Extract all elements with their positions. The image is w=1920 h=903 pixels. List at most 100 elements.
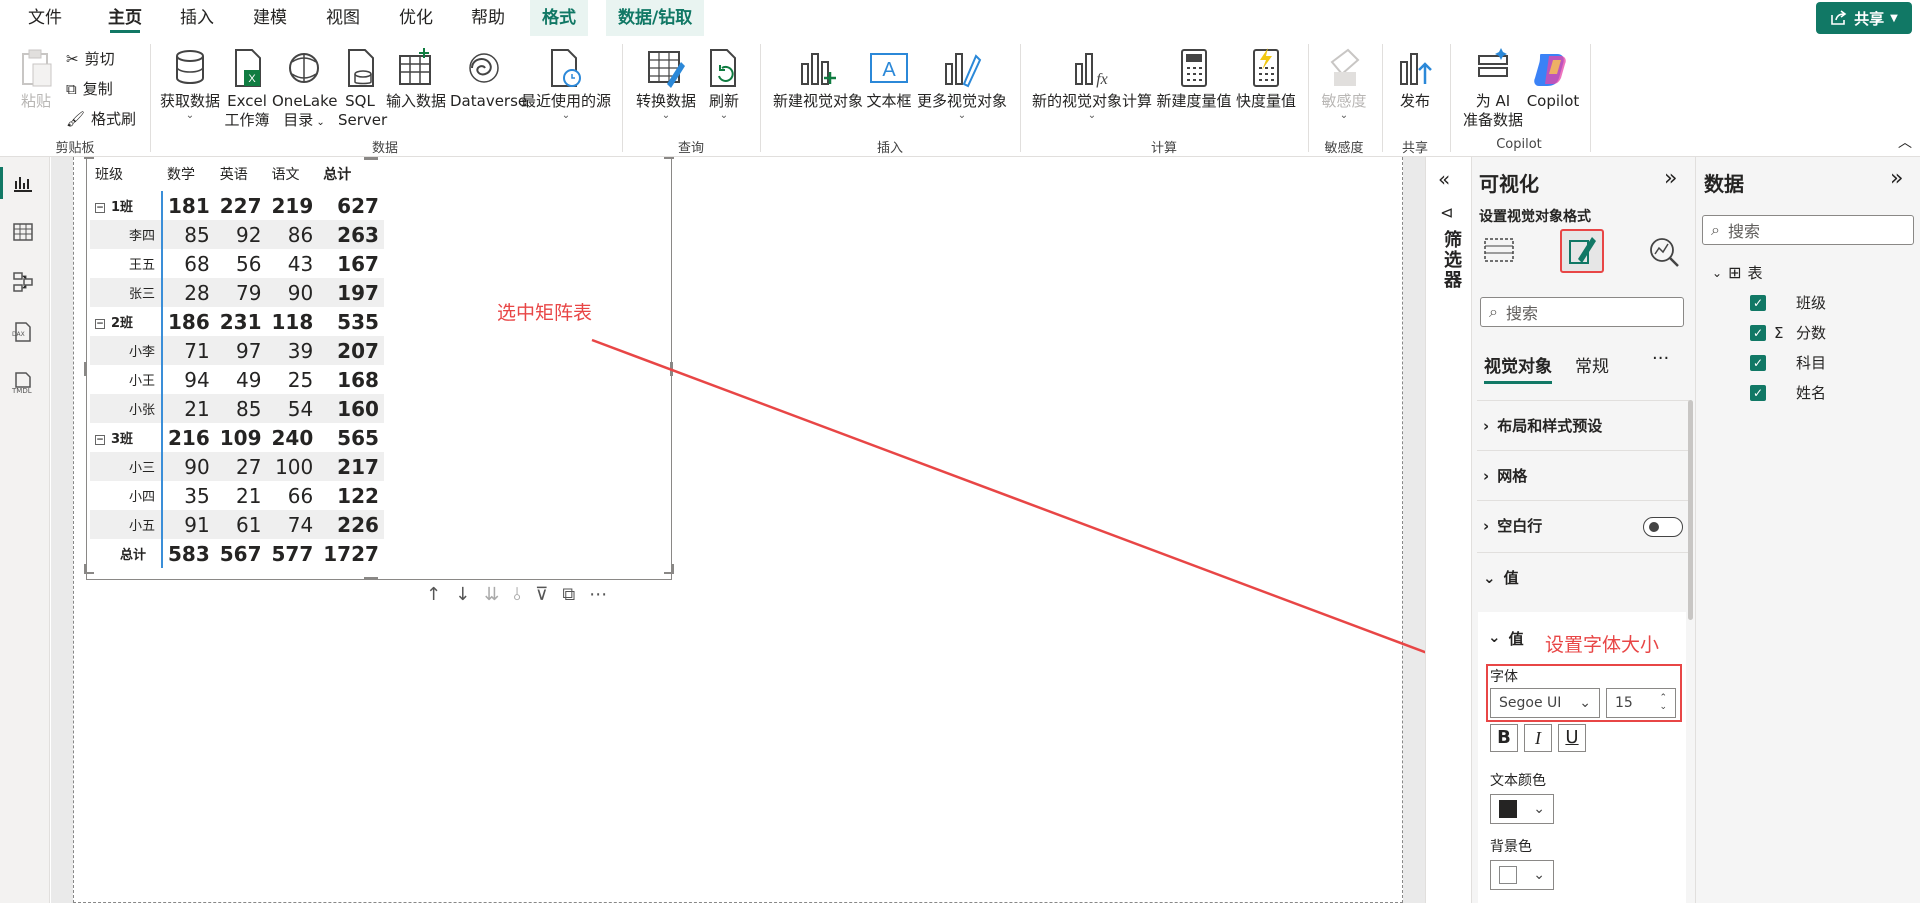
- row-header[interactable]: 小王: [90, 365, 163, 394]
- viz-pane-scrollbar[interactable]: [1688, 400, 1693, 620]
- dataverse-button[interactable]: Dataverse: [450, 48, 527, 111]
- sql-server-button[interactable]: SQL Server: [338, 48, 387, 130]
- collapse-ribbon-icon[interactable]: ︿: [1898, 132, 1912, 152]
- background-color-picker[interactable]: ⌄: [1490, 860, 1554, 890]
- model-view-icon[interactable]: [12, 271, 38, 295]
- format-visual-icon[interactable]: [1560, 229, 1604, 273]
- filter-icon[interactable]: ⊽: [535, 584, 548, 605]
- field-item[interactable]: ✓ Σ 分数: [1750, 322, 1826, 343]
- collapse-viz-pane-icon[interactable]: »: [1664, 166, 1677, 191]
- checkbox-checked-icon[interactable]: ✓: [1750, 324, 1766, 341]
- onelake-catalog-button[interactable]: OneLake 目录 ⌄: [272, 48, 337, 132]
- dax-query-icon[interactable]: DAX: [12, 321, 38, 345]
- resize-handle[interactable]: [84, 564, 86, 574]
- go-to-next-level-icon[interactable]: ⇊: [484, 584, 499, 605]
- tab-help[interactable]: 帮助: [459, 0, 517, 36]
- column-header[interactable]: 班级: [90, 157, 162, 191]
- italic-button[interactable]: I: [1524, 724, 1552, 752]
- paste-button[interactable]: 粘贴: [14, 48, 58, 111]
- section-values[interactable]: ⌄ 值: [1477, 552, 1689, 602]
- row-header[interactable]: −3班: [90, 423, 163, 452]
- tab-insert[interactable]: 插入: [168, 0, 226, 36]
- tab-home[interactable]: 主页: [96, 0, 154, 36]
- matrix-visual[interactable]: 班级 数学 英语 语文 总计 −1班 181 227 219 627 李四 85…: [84, 157, 674, 580]
- row-header[interactable]: −1班: [90, 191, 163, 220]
- underline-button[interactable]: U: [1558, 724, 1586, 752]
- row-header[interactable]: 小五: [90, 510, 163, 539]
- textbox-button[interactable]: A 文本框: [866, 48, 912, 111]
- format-painter-button[interactable]: 🖌 格式刷: [66, 108, 136, 129]
- row-header[interactable]: 小张: [90, 394, 163, 423]
- row-header[interactable]: 小李: [90, 336, 163, 365]
- viz-search-input[interactable]: ⌕ 搜索: [1480, 297, 1684, 327]
- get-data-button[interactable]: 获取数据 ⌄: [158, 48, 222, 121]
- cut-button[interactable]: ✂ 剪切: [66, 48, 115, 69]
- column-header[interactable]: 语文: [267, 157, 319, 191]
- more-visuals-button[interactable]: 更多视觉对象 ⌄: [914, 48, 1010, 121]
- tab-format[interactable]: 格式: [530, 0, 588, 36]
- checkbox-checked-icon[interactable]: ✓: [1750, 354, 1766, 371]
- enter-data-button[interactable]: 输入数据: [384, 48, 448, 111]
- section-grid[interactable]: › 网格: [1477, 450, 1689, 500]
- values-card-header[interactable]: ⌄ 值: [1488, 628, 1524, 649]
- collapse-icon[interactable]: −: [95, 318, 105, 329]
- tab-view[interactable]: 视图: [314, 0, 372, 36]
- stepper-arrows-icon[interactable]: ⌃ ⌄: [1659, 694, 1667, 712]
- filters-label[interactable]: 筛选器: [1438, 230, 1464, 290]
- tab-data-drill[interactable]: 数据/钻取: [606, 0, 705, 36]
- field-item[interactable]: ✓ 科目: [1750, 352, 1826, 373]
- tab-general[interactable]: 常规: [1575, 352, 1609, 377]
- expand-filters-icon[interactable]: «: [1438, 167, 1450, 191]
- section-layout-presets[interactable]: › 布局和样式预设: [1477, 400, 1689, 450]
- field-item[interactable]: ✓ 班级: [1750, 292, 1826, 313]
- quick-measure-button[interactable]: 快度量值: [1234, 48, 1298, 111]
- focus-mode-icon[interactable]: ⧉: [562, 584, 575, 605]
- checkbox-checked-icon[interactable]: ✓: [1750, 384, 1766, 401]
- font-size-stepper[interactable]: 15 ⌃ ⌄: [1606, 688, 1676, 718]
- resize-handle[interactable]: [664, 157, 674, 159]
- tab-file[interactable]: 文件: [16, 0, 74, 36]
- expand-hierarchy-icon[interactable]: ⫰: [513, 584, 521, 605]
- row-header[interactable]: 李四: [90, 220, 163, 249]
- resize-handle[interactable]: [672, 564, 674, 574]
- new-visual-button[interactable]: 新建视觉对象: [770, 48, 866, 111]
- report-view-icon[interactable]: [0, 167, 38, 199]
- blank-rows-toggle[interactable]: [1643, 517, 1683, 537]
- collapse-icon[interactable]: −: [95, 202, 105, 213]
- drill-down-icon[interactable]: ↓: [455, 584, 470, 605]
- transform-data-button[interactable]: 转换数据 ⌄: [632, 48, 700, 121]
- new-visual-calc-button[interactable]: fx 新的视觉对象计算 ⌄: [1030, 48, 1154, 121]
- drill-up-icon[interactable]: ↑: [426, 584, 441, 605]
- row-header[interactable]: 总计: [90, 539, 163, 568]
- row-header[interactable]: 王五: [90, 249, 163, 278]
- sensitivity-button[interactable]: 敏感度 ⌄: [1314, 48, 1374, 121]
- copy-button[interactable]: ⧉ 复制: [66, 78, 113, 99]
- row-header[interactable]: 小四: [90, 481, 163, 510]
- data-search-input[interactable]: ⌕ 搜索: [1702, 215, 1914, 245]
- resize-handle[interactable]: [84, 362, 87, 376]
- tab-visual[interactable]: 视觉对象: [1484, 352, 1552, 384]
- analytics-icon[interactable]: [1646, 234, 1680, 268]
- text-color-picker[interactable]: ⌄: [1490, 794, 1554, 824]
- copilot-button[interactable]: Copilot: [1526, 48, 1580, 111]
- build-visual-icon[interactable]: [1482, 234, 1516, 268]
- excel-workbook-button[interactable]: X Excel 工作簿: [224, 48, 270, 130]
- row-header[interactable]: 张三: [90, 278, 163, 307]
- tmdl-view-icon[interactable]: TMDL: [12, 371, 38, 395]
- resize-handle[interactable]: [364, 577, 378, 580]
- new-measure-button[interactable]: 新建度量值: [1156, 48, 1232, 111]
- column-header[interactable]: 数学: [162, 157, 215, 191]
- resize-handle[interactable]: [670, 362, 673, 376]
- collapse-icon[interactable]: −: [95, 434, 105, 445]
- more-options-icon[interactable]: ···: [1652, 348, 1669, 369]
- publish-button[interactable]: 发布: [1390, 48, 1440, 111]
- row-header[interactable]: −2班: [90, 307, 163, 336]
- section-blank-rows[interactable]: › 空白行: [1477, 500, 1689, 550]
- share-button[interactable]: 共享 ▼: [1816, 2, 1912, 34]
- refresh-button[interactable]: 刷新 ⌄: [702, 48, 746, 121]
- column-header[interactable]: 总计: [318, 157, 384, 191]
- tab-optimize[interactable]: 优化: [387, 0, 445, 36]
- tab-modeling[interactable]: 建模: [241, 0, 299, 36]
- table-view-icon[interactable]: [12, 221, 38, 245]
- field-item[interactable]: ✓ 姓名: [1750, 382, 1826, 403]
